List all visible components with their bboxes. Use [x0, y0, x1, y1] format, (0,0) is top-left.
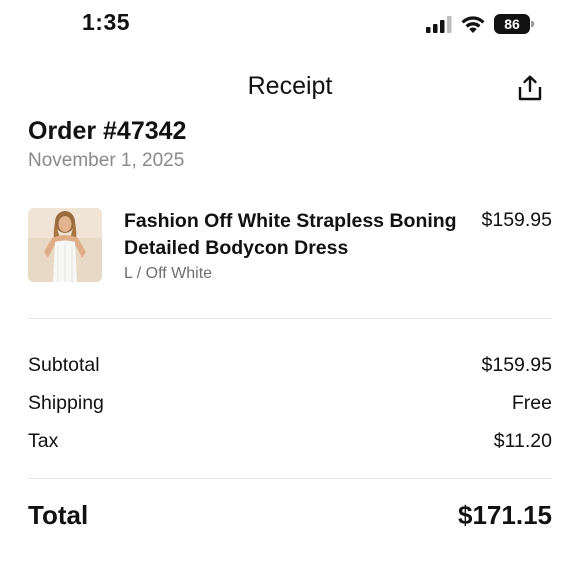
total-row: Total $171.15	[28, 500, 552, 531]
divider	[28, 478, 552, 479]
wifi-icon	[461, 16, 485, 33]
battery-tip	[531, 21, 534, 27]
status-time: 1:35	[82, 9, 131, 35]
shipping-label: Shipping	[28, 392, 104, 414]
share-icon	[518, 75, 542, 101]
status-icons: 86	[426, 12, 534, 36]
total-label: Total	[28, 500, 89, 530]
receipt-screen: 1:35 86 Receipt Order #47342 November 1,…	[0, 0, 580, 580]
battery-level: 86	[504, 16, 520, 32]
product-name[interactable]: Fashion Off White Strapless Boning Detai…	[124, 208, 464, 262]
tax-value: $11.20	[493, 430, 552, 452]
order-number: Order #47342	[28, 117, 187, 145]
product-variant: L / Off White	[124, 265, 213, 282]
share-button[interactable]	[516, 74, 544, 102]
subtotal-row: Subtotal $159.95	[28, 354, 552, 377]
shipping-row: Shipping Free	[28, 392, 552, 415]
subtotal-label: Subtotal	[28, 354, 100, 376]
tax-label: Tax	[28, 430, 59, 452]
product-image	[28, 208, 102, 282]
subtotal-value: $159.95	[481, 354, 553, 376]
page-title: Receipt	[247, 72, 333, 100]
order-date: November 1, 2025	[28, 150, 185, 171]
cellular-signal-icon	[426, 16, 452, 33]
divider	[28, 318, 552, 319]
shipping-value: Free	[511, 392, 552, 414]
battery-icon: 86	[494, 14, 534, 34]
total-value: $171.15	[458, 500, 552, 530]
product-thumbnail[interactable]	[28, 208, 102, 282]
tax-row: Tax $11.20	[28, 430, 552, 453]
product-price: $159.95	[481, 209, 553, 231]
